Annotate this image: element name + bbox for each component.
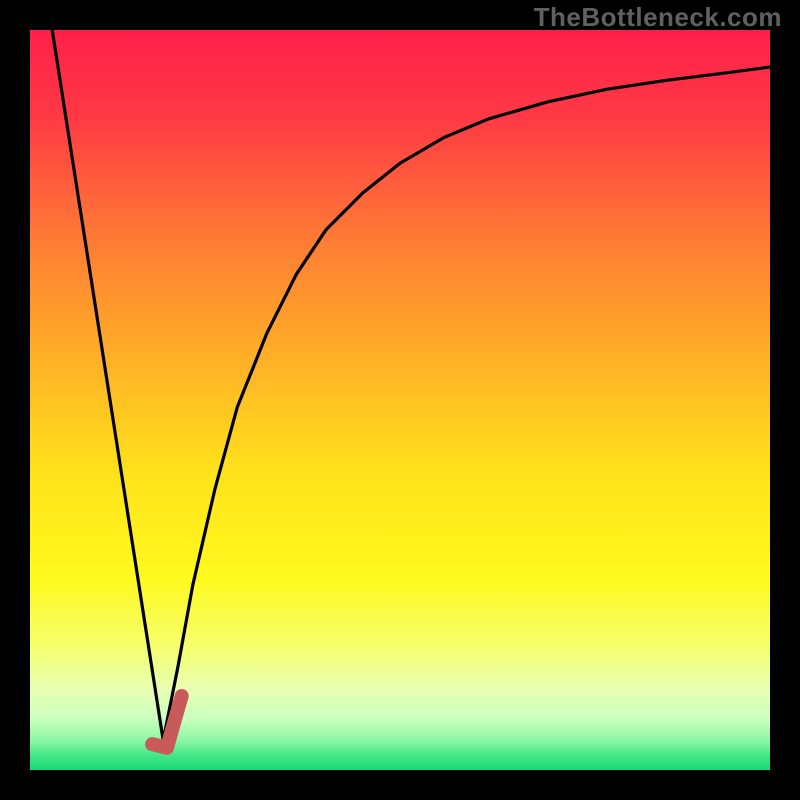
chart-frame: TheBottleneck.com bbox=[0, 0, 800, 800]
curve-layer bbox=[30, 30, 770, 770]
right-curve bbox=[163, 67, 770, 740]
plot-area bbox=[30, 30, 770, 770]
watermark: TheBottleneck.com bbox=[534, 2, 782, 33]
left-line bbox=[52, 30, 163, 740]
